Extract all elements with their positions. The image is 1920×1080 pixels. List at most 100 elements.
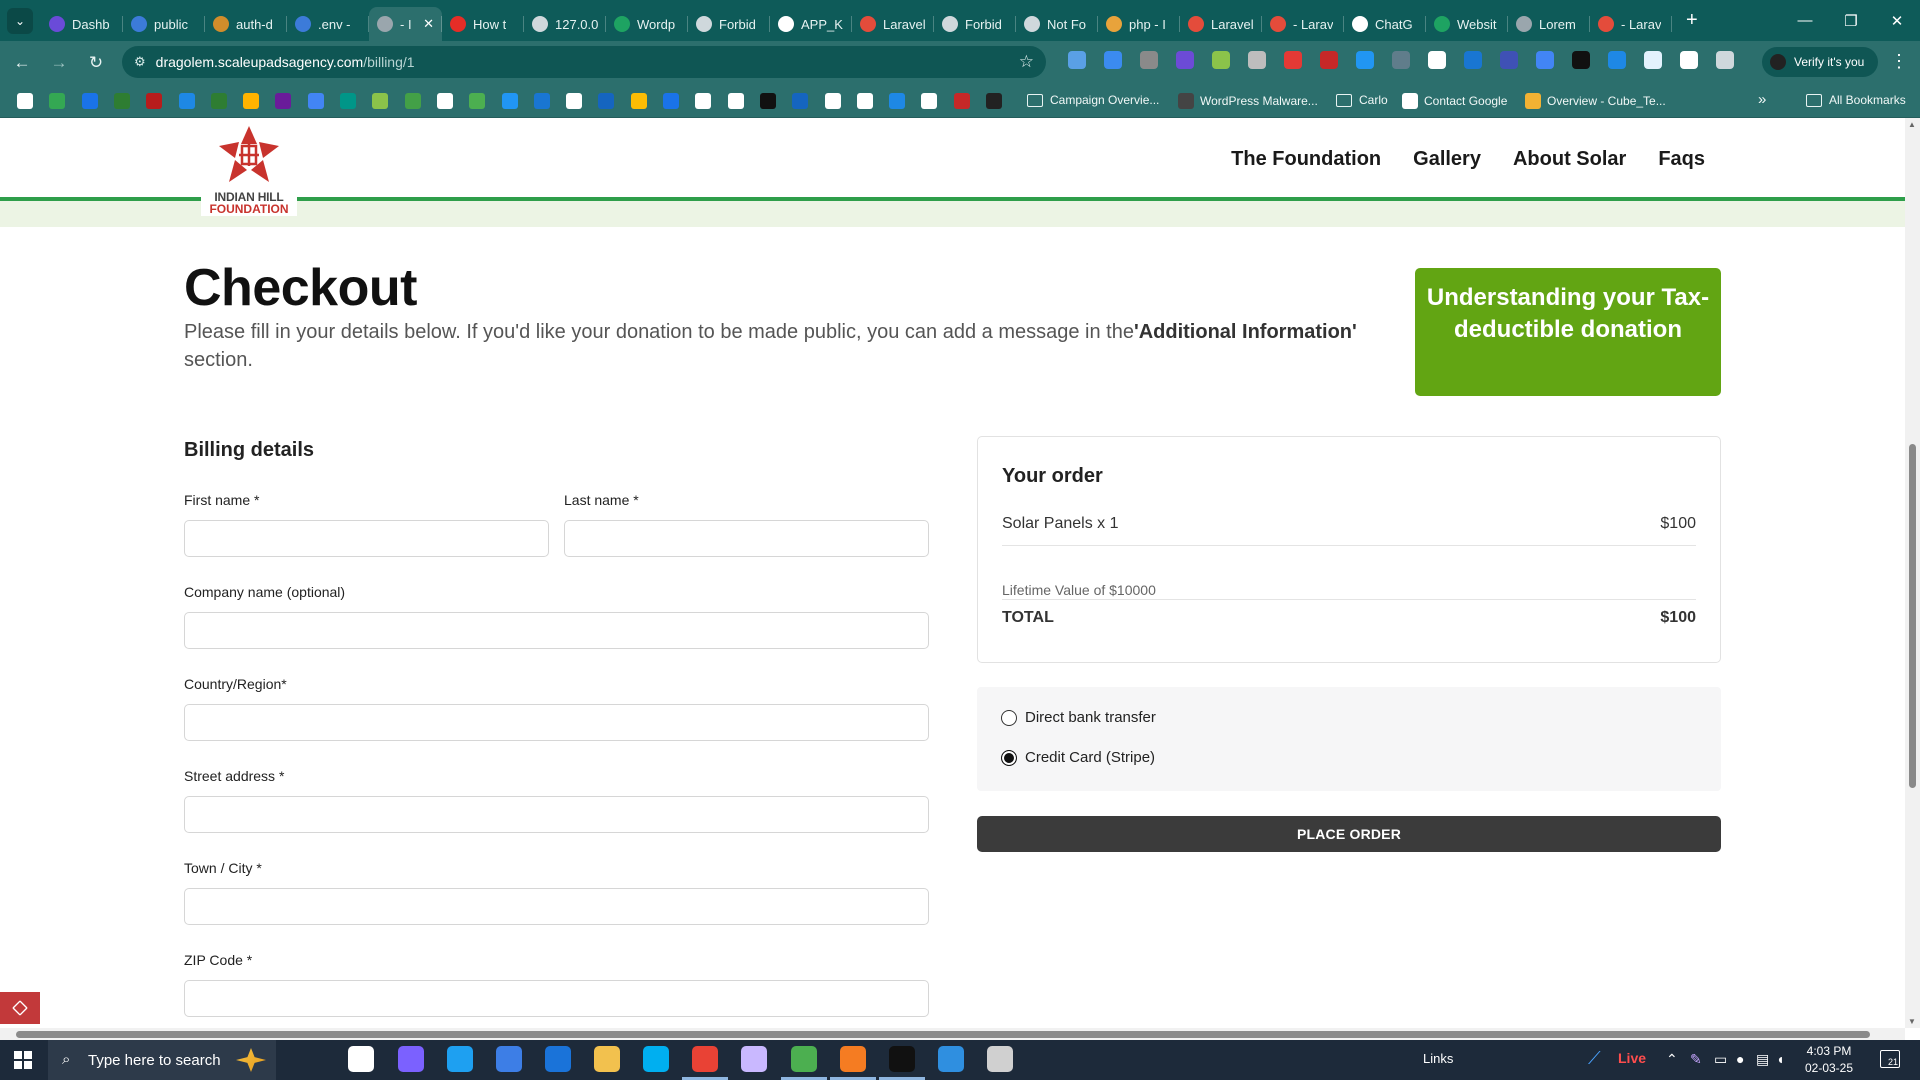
bookmark-icon[interactable]: [986, 93, 1002, 109]
site-info-icon[interactable]: ⚙: [134, 54, 146, 70]
bookmark-icon[interactable]: [889, 93, 906, 109]
extension-icon[interactable]: [1428, 51, 1446, 69]
more-bookmarks-icon[interactable]: »: [1758, 91, 1766, 108]
nav-the-foundation[interactable]: The Foundation: [1231, 148, 1381, 171]
all-bookmarks[interactable]: All Bookmarks: [1806, 93, 1906, 107]
browser-tab[interactable]: Websit: [1426, 7, 1508, 41]
file-explorer-icon[interactable]: [594, 1046, 620, 1072]
bookmark-icon[interactable]: [630, 93, 647, 109]
city-field[interactable]: [184, 888, 929, 925]
show-hidden-icons[interactable]: ⌃: [1666, 1051, 1678, 1068]
copilot-icon[interactable]: [398, 1046, 424, 1072]
bookmark-icon[interactable]: [372, 93, 389, 109]
tab-search-button[interactable]: ⌄: [7, 7, 33, 34]
vertical-scrollbar[interactable]: ▲ ▼: [1905, 118, 1920, 1028]
bookmark-item[interactable]: Carlo: [1336, 93, 1388, 107]
laravel-debug-badge[interactable]: [0, 992, 40, 1024]
extension-icon[interactable]: [1644, 51, 1662, 69]
extension-icon[interactable]: [1536, 51, 1554, 69]
edge-icon[interactable]: [447, 1046, 473, 1072]
browser-tab[interactable]: How t: [442, 7, 524, 41]
extension-icon[interactable]: [1716, 51, 1734, 69]
country-field[interactable]: [184, 704, 929, 741]
bookmark-star-icon[interactable]: ☆: [1019, 52, 1034, 72]
extension-icon[interactable]: [1248, 51, 1266, 69]
bookmark-icon[interactable]: [759, 93, 776, 109]
browser-tab[interactable]: Wordp: [606, 7, 688, 41]
bookmark-icon[interactable]: [663, 93, 679, 109]
bookmark-icon[interactable]: [404, 93, 421, 109]
bookmark-icon[interactable]: [49, 93, 66, 109]
bookmark-item[interactable]: Contact Google: [1402, 93, 1507, 109]
bookmark-icon[interactable]: [243, 93, 260, 109]
scroll-up-icon[interactable]: ▲: [1908, 120, 1916, 129]
last-name-field[interactable]: [564, 520, 929, 557]
bookmark-icon[interactable]: [533, 93, 550, 109]
scroll-down-icon[interactable]: ▼: [1908, 1017, 1916, 1026]
browser-tab[interactable]: APP_K: [770, 7, 852, 41]
bookmark-icon[interactable]: [856, 93, 873, 109]
extension-icon[interactable]: [1212, 51, 1230, 69]
bookmark-icon[interactable]: [469, 93, 486, 109]
bookmark-icon[interactable]: [307, 93, 324, 109]
site-logo[interactable]: INDIAN HILL FOUNDATION: [201, 118, 297, 216]
browser-tab[interactable]: php - I: [1098, 7, 1180, 41]
task-view-icon[interactable]: [348, 1046, 374, 1072]
forward-icon[interactable]: →: [44, 48, 74, 78]
nav-gallery[interactable]: Gallery: [1413, 148, 1481, 171]
bookmark-item[interactable]: WordPress Malware...: [1178, 93, 1318, 109]
extension-icon[interactable]: [1104, 51, 1122, 69]
horizontal-scrollbar[interactable]: [0, 1028, 1905, 1040]
bookmark-icon[interactable]: [824, 93, 841, 109]
radio-credit-card[interactable]: [1001, 749, 1017, 766]
links-toolbar[interactable]: Links: [1423, 1051, 1453, 1066]
reload-icon[interactable]: ↻: [81, 48, 111, 78]
system-clock[interactable]: 4:03 PM 02-03-25: [1800, 1043, 1858, 1077]
browser-tab[interactable]: Laravel: [1180, 7, 1262, 41]
browser-tab[interactable]: Forbid: [934, 7, 1016, 41]
browser-tab[interactable]: Forbid: [688, 7, 770, 41]
meet-icon[interactable]: ▭: [1714, 1051, 1727, 1068]
company-field[interactable]: [184, 612, 929, 649]
nav-faqs[interactable]: Faqs: [1658, 148, 1705, 171]
start-button[interactable]: [0, 1040, 46, 1080]
vertical-scroll-thumb[interactable]: [1909, 444, 1916, 788]
bookmark-icon[interactable]: [275, 93, 292, 109]
browser-tab[interactable]: ChatG: [1344, 7, 1426, 41]
tab-close-icon[interactable]: ✕: [423, 16, 434, 32]
terminal-icon[interactable]: [889, 1046, 915, 1072]
chrome-icon[interactable]: [692, 1046, 718, 1072]
pen-icon[interactable]: ✎: [1690, 1051, 1702, 1068]
bookmark-icon[interactable]: [501, 93, 518, 109]
bookmark-icon[interactable]: [436, 93, 453, 109]
bookmark-icon[interactable]: [598, 93, 615, 109]
weather-icon[interactable]: ⟋: [1588, 1048, 1601, 1069]
close-window-icon[interactable]: ✕: [1874, 0, 1920, 41]
notification-center-icon[interactable]: 21: [1880, 1050, 1900, 1068]
extension-icon[interactable]: [1392, 51, 1410, 69]
outlook-icon[interactable]: [545, 1046, 571, 1072]
minimize-icon[interactable]: —: [1782, 0, 1828, 41]
network-icon[interactable]: ▤: [1756, 1051, 1769, 1068]
profile-button[interactable]: Verify it's you: [1762, 47, 1878, 77]
new-tab-button[interactable]: +: [1686, 9, 1698, 32]
browser-tab[interactable]: 127.0.0: [524, 7, 606, 41]
store-icon[interactable]: [496, 1046, 522, 1072]
street-field[interactable]: [184, 796, 929, 833]
payment-option-stripe[interactable]: Credit Card (Stripe): [1001, 749, 1155, 766]
extension-icon[interactable]: [1356, 51, 1374, 69]
bookmark-icon[interactable]: [695, 93, 712, 109]
volume-icon[interactable]: ◖: [1776, 1051, 1784, 1067]
browser-tab[interactable]: Laravel: [852, 7, 934, 41]
xampp-icon[interactable]: [840, 1046, 866, 1072]
bookmark-icon[interactable]: [146, 93, 163, 109]
nav-about-solar[interactable]: About Solar: [1513, 148, 1626, 171]
bookmark-icon[interactable]: [210, 93, 227, 109]
payment-option-bank[interactable]: Direct bank transfer: [1001, 709, 1156, 726]
extension-icon[interactable]: [1176, 51, 1194, 69]
bookmark-icon[interactable]: [340, 93, 356, 109]
extension-icon[interactable]: [1320, 51, 1338, 69]
vscode-icon[interactable]: [938, 1046, 964, 1072]
bookmark-icon[interactable]: [566, 93, 583, 109]
browser-tab[interactable]: - Larav: [1590, 7, 1672, 41]
